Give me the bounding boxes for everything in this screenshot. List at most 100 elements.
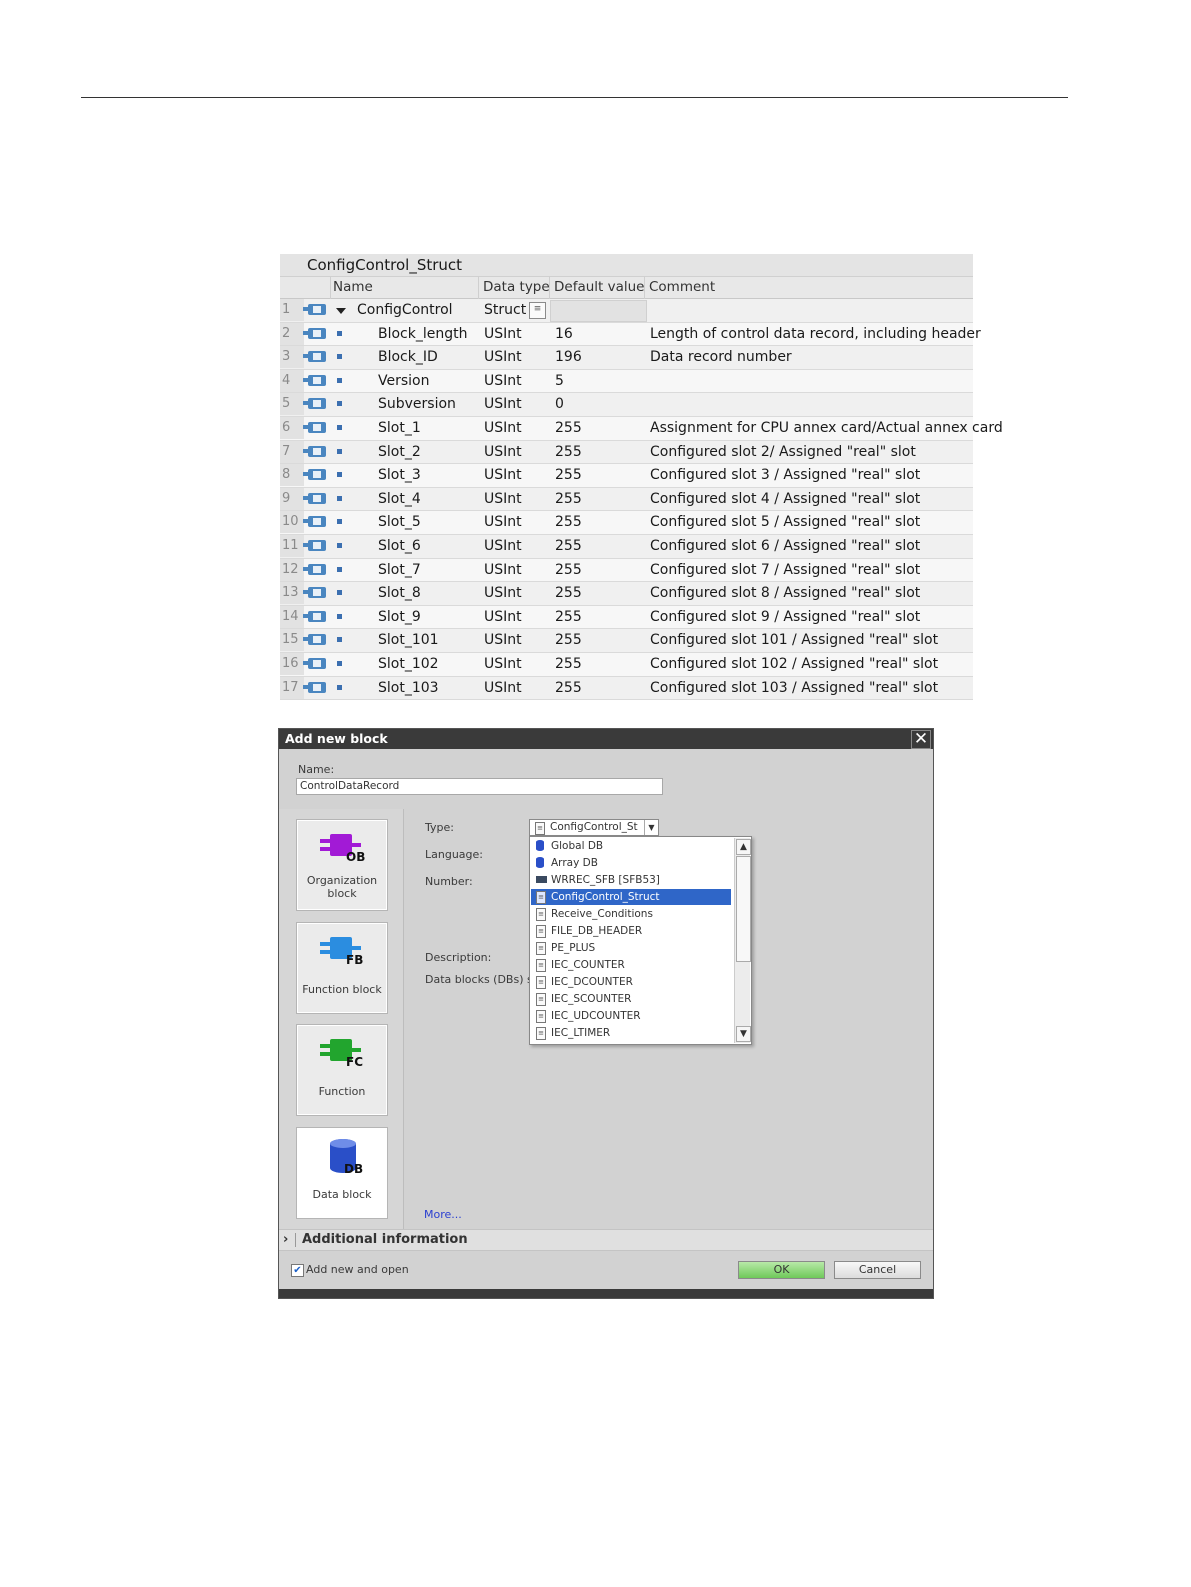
row-name[interactable]: Slot_4 — [378, 488, 421, 510]
row-name[interactable]: Slot_1 — [378, 417, 421, 439]
table-row[interactable]: 3 Block_ID USInt 196 Data record number — [280, 346, 973, 370]
expand-arrow-icon[interactable] — [336, 308, 346, 314]
row-comment[interactable]: Configured slot 8 / Assigned "real" slot — [650, 582, 920, 604]
scroll-down-icon[interactable]: ▼ — [736, 1026, 751, 1042]
table-row[interactable]: 1 ConfigControl Struct ≡ — [280, 299, 973, 323]
row-name[interactable]: Slot_9 — [378, 606, 421, 628]
table-row[interactable]: 13 Slot_8 USInt 255 Configured slot 8 / Assi… — [280, 582, 973, 606]
row-default-value[interactable]: 255 — [555, 559, 582, 581]
row-name[interactable]: Subversion — [378, 393, 456, 415]
row-default-value[interactable]: 255 — [555, 677, 582, 699]
row-default-value[interactable]: 16 — [555, 323, 573, 345]
table-row[interactable]: 4 Version USInt 5 — [280, 369, 973, 394]
row-name[interactable]: ConfigControl — [357, 299, 453, 321]
col-type-header[interactable]: Data type — [483, 277, 550, 298]
function-tile[interactable]: FC Function — [296, 1024, 388, 1116]
row-comment[interactable]: Configured slot 6 / Assigned "real" slot — [650, 535, 920, 557]
row-default-value[interactable]: 5 — [555, 370, 564, 392]
row-comment[interactable]: Configured slot 5 / Assigned "real" slot — [650, 511, 920, 533]
row-default-value[interactable]: 255 — [555, 653, 582, 675]
table-row[interactable]: 6 Slot_1 USInt 255 Assignment for CPU annex … — [280, 416, 1003, 441]
dropdown-item[interactable]: ≡ IEC_COUNTER — [531, 957, 731, 973]
table-row[interactable]: 9 Slot_4 USInt 255 Configured slot 4 / Assig… — [280, 487, 973, 512]
row-data-type[interactable]: USInt — [484, 535, 522, 557]
row-comment[interactable]: Configured slot 2/ Assigned "real" slot — [650, 441, 916, 463]
col-default-header[interactable]: Default value — [554, 277, 645, 298]
row-default-value[interactable]: 255 — [555, 606, 582, 628]
table-row[interactable]: 14 Slot_9 USInt 255 Configured slot 9 / Assi… — [280, 605, 973, 630]
additional-information-bar[interactable]: › Additional information — [279, 1229, 933, 1251]
row-comment[interactable]: Length of control data record, including… — [650, 323, 981, 345]
row-default-value[interactable]: 255 — [555, 511, 582, 533]
row-name[interactable]: Block_length — [378, 323, 468, 345]
scroll-thumb[interactable] — [736, 856, 751, 962]
row-comment[interactable]: Data record number — [650, 346, 792, 368]
row-comment[interactable]: Configured slot 3 / Assigned "real" slot — [650, 464, 920, 486]
cancel-button[interactable]: Cancel — [834, 1261, 921, 1279]
row-data-type[interactable]: USInt — [484, 677, 522, 699]
table-row[interactable]: 12 Slot_7 USInt 255 Configured slot 7 / Assi… — [280, 558, 973, 583]
dropdown-item[interactable]: WRREC_SFB [SFB53] — [531, 872, 731, 888]
row-name[interactable]: Slot_7 — [378, 559, 421, 581]
row-default-value[interactable]: 0 — [555, 393, 564, 415]
function-block-tile[interactable]: FB Function block — [296, 922, 388, 1014]
table-row[interactable]: 11 Slot_6 USInt 255 Configured slot 6 / Assi… — [280, 534, 973, 559]
row-comment[interactable]: Assignment for CPU annex card/Actual ann… — [650, 417, 1003, 439]
row-name[interactable]: Block_ID — [378, 346, 438, 368]
dropdown-item[interactable]: Array DB — [531, 855, 731, 871]
row-name[interactable]: Slot_6 — [378, 535, 421, 557]
chevron-right-icon[interactable]: › — [283, 1230, 288, 1250]
row-name[interactable]: Slot_2 — [378, 441, 421, 463]
row-comment[interactable]: Configured slot 9 / Assigned "real" slot — [650, 606, 920, 628]
organization-block-tile[interactable]: OB Organization block — [296, 819, 388, 911]
dropdown-item[interactable]: ≡ IEC_SCOUNTER — [531, 991, 731, 1007]
row-name[interactable]: Slot_5 — [378, 511, 421, 533]
row-name[interactable]: Slot_103 — [378, 677, 439, 699]
dropdown-item[interactable]: Global DB — [531, 838, 731, 854]
close-icon[interactable]: ✕ — [911, 730, 931, 749]
row-data-type[interactable]: USInt — [484, 511, 522, 533]
row-name[interactable]: Slot_101 — [378, 629, 439, 651]
dropdown-item[interactable]: ≡ FILE_DB_HEADER — [531, 923, 731, 939]
name-input[interactable]: ControlDataRecord — [296, 778, 663, 795]
dropdown-item[interactable]: ≡ IEC_DCOUNTER — [531, 974, 731, 990]
dropdown-item[interactable]: ≡ PE_PLUS — [531, 940, 731, 956]
row-default-value[interactable]: 196 — [555, 346, 582, 368]
row-name[interactable]: Slot_8 — [378, 582, 421, 604]
data-block-tile[interactable]: DB Data block — [296, 1127, 388, 1219]
row-data-type[interactable]: USInt — [484, 653, 522, 675]
row-name[interactable]: Slot_3 — [378, 464, 421, 486]
row-data-type[interactable]: USInt — [484, 370, 522, 392]
row-data-type[interactable]: USInt — [484, 606, 522, 628]
row-comment[interactable]: Configured slot 101 / Assigned "real" sl… — [650, 629, 938, 651]
table-row[interactable]: 8 Slot_3 USInt 255 Configured slot 3 / Assig… — [280, 464, 973, 488]
ok-button[interactable]: OK — [738, 1261, 825, 1279]
row-comment[interactable]: Configured slot 7 / Assigned "real" slot — [650, 559, 920, 581]
row-data-type[interactable]: USInt — [484, 346, 522, 368]
row-comment[interactable]: Configured slot 4 / Assigned "real" slot — [650, 488, 920, 510]
table-row[interactable]: 7 Slot_2 USInt 255 Configured slot 2/ Assign… — [280, 440, 973, 465]
add-new-and-open-checkbox[interactable]: ✔ — [291, 1264, 304, 1277]
more-link[interactable]: More... — [424, 1208, 462, 1221]
dropdown-item[interactable]: ≡ ConfigControl_Struct — [531, 889, 731, 905]
row-default-value[interactable]: 255 — [555, 417, 582, 439]
row-comment[interactable]: Configured slot 102 / Assigned "real" sl… — [650, 653, 938, 675]
struct-details-icon[interactable]: ≡ — [529, 302, 546, 319]
row-name[interactable]: Version — [378, 370, 429, 392]
dropdown-scrollbar[interactable]: ▲ ▼ — [734, 838, 751, 1043]
row-comment[interactable]: Configured slot 103 / Assigned "real" sl… — [650, 677, 938, 699]
row-data-type[interactable]: USInt — [484, 559, 522, 581]
table-row[interactable]: 15 Slot_101 USInt 255 Configured slot 101 / … — [280, 629, 973, 653]
table-row[interactable]: 17 Slot_103 USInt 255 Configured slot 103 / … — [280, 676, 973, 701]
row-default-value[interactable]: 255 — [555, 582, 582, 604]
dropdown-item[interactable]: ≡ IEC_LTIMER — [531, 1025, 731, 1041]
col-comment-header[interactable]: Comment — [649, 277, 715, 298]
row-default-value[interactable]: 255 — [555, 535, 582, 557]
row-data-type[interactable]: USInt — [484, 629, 522, 651]
row-data-type[interactable]: Struct — [484, 299, 526, 321]
row-data-type[interactable]: USInt — [484, 393, 522, 415]
row-data-type[interactable]: USInt — [484, 417, 522, 439]
scroll-up-icon[interactable]: ▲ — [736, 839, 751, 855]
row-default-value[interactable]: 255 — [555, 441, 582, 463]
row-data-type[interactable]: USInt — [484, 323, 522, 345]
